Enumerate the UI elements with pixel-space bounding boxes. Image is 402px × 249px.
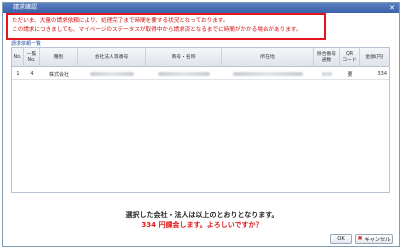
ok-button-label: OK [337, 236, 345, 242]
cell-corp-number-redacted [78, 68, 146, 80]
summary-text: 選択した会社・法人は以上のとおりとなります。 [125, 211, 279, 219]
header-amount: 金額(円) [365, 54, 384, 60]
cell-address-redacted [222, 68, 314, 80]
cell-amount: 334 [377, 71, 387, 77]
section-label: 請求依頼一覧 [11, 41, 42, 47]
charge-text: 334 円課金します。よろしいですか？ [141, 221, 263, 229]
table-row[interactable]: 1 4 株式会社 要 334 [12, 68, 389, 80]
notice-line-2: この請求につきましても、マイページのステータスが取得中から請求済となるまでに時間… [12, 27, 302, 33]
notice-line-1: ただいま、大量の請求依頼により、処理完了まで時間を要する状況となっております。 [12, 18, 229, 24]
cell-no: 1 [16, 71, 20, 77]
cell-name-redacted [146, 68, 222, 80]
cell-kind: 株式会社 [48, 71, 69, 78]
notice-box: ただいま、大量の請求依頼により、処理完了まで時間を要する状況となっております。 … [6, 13, 326, 40]
ok-button[interactable]: OK [330, 234, 352, 244]
cell-list-no: 4 [30, 71, 34, 77]
cancel-button[interactable]: ✖ キャンセル [355, 234, 393, 244]
header-no: No. [12, 48, 24, 67]
cell-copies-redacted [314, 68, 340, 80]
request-table: No. 一覧 No. 種別 会社法人等番号 商号・名称 所在地 除合番号 通数 … [11, 47, 390, 193]
header-corp-number: 会社法人等番号 [78, 48, 146, 67]
cancel-icon: ✖ [357, 235, 363, 242]
header-copies: 除合番号 通数 [314, 48, 340, 67]
dialog-title: 請求確認 [13, 4, 38, 11]
header-address: 所在地 [222, 48, 314, 67]
header-list-no: 一覧 No. [24, 48, 40, 67]
dialog-titlebar: 請求確認 ✕ [3, 3, 399, 13]
close-icon[interactable]: ✕ [387, 4, 397, 12]
table-header: No. 一覧 No. 種別 会社法人等番号 商号・名称 所在地 除合番号 通数 … [12, 48, 389, 67]
cancel-button-label: キャンセル [364, 236, 391, 243]
confirm-dialog: 請求確認 ✕ ただいま、大量の請求依頼により、処理完了まで時間を要する状況となっ… [2, 2, 400, 247]
header-qr: QR コード [340, 48, 360, 67]
header-name: 商号・名称 [146, 48, 222, 67]
cell-qr: 要 [347, 71, 353, 78]
header-kind: 種別 [40, 48, 78, 67]
